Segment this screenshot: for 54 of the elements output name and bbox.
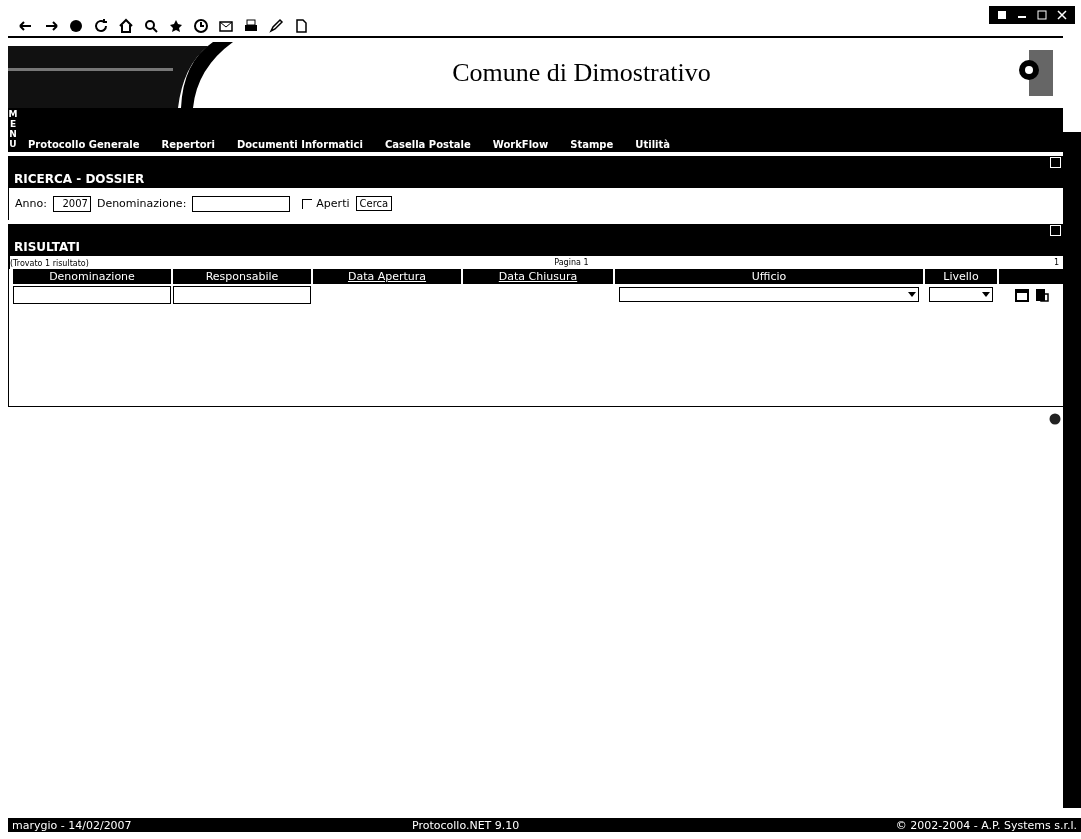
menu-item[interactable]: Stampe xyxy=(570,138,614,150)
page-count: 1 xyxy=(1053,257,1059,269)
print-icon[interactable] xyxy=(243,18,259,34)
collapse-button[interactable] xyxy=(1050,225,1061,237)
collapse-button[interactable] xyxy=(1050,157,1061,169)
checkbox-label: Aperti xyxy=(316,197,350,211)
maximize-icon[interactable] xyxy=(1037,10,1047,20)
menu-item[interactable]: Utilità xyxy=(635,138,670,150)
calendar-icon[interactable] xyxy=(1015,287,1029,302)
filter-field[interactable] xyxy=(13,285,171,304)
filter-dropdown[interactable] xyxy=(619,287,919,303)
column-header[interactable]: Responsabile xyxy=(173,268,311,284)
search-button[interactable]: Cerca xyxy=(355,196,393,212)
column-header[interactable]: Denominazione xyxy=(13,268,171,284)
user-date: marygio - 14/02/2007 xyxy=(12,818,133,832)
column-header[interactable]: Ufficio xyxy=(615,268,923,284)
column-header xyxy=(999,268,1063,284)
refresh-icon[interactable] xyxy=(93,18,109,34)
menu-label: MENU xyxy=(8,108,18,151)
menu-item[interactable]: Documenti Informatici xyxy=(236,138,363,150)
menu-item[interactable]: Repertori xyxy=(161,138,215,150)
document-icon[interactable] xyxy=(1035,287,1049,302)
mail-icon[interactable] xyxy=(218,18,234,34)
favorites-icon[interactable] xyxy=(168,18,184,34)
dropdown-caret-icon xyxy=(982,291,990,298)
menu-item[interactable]: Protocollo Generale xyxy=(28,138,140,150)
column-header[interactable]: Data Apertura xyxy=(313,268,461,284)
name-field[interactable] xyxy=(192,195,291,212)
stop-icon[interactable] xyxy=(68,18,84,34)
page-label: Pagina 1 xyxy=(553,257,590,269)
close-icon[interactable] xyxy=(1057,10,1067,20)
filter-dropdown[interactable] xyxy=(929,287,993,303)
app-icon xyxy=(997,10,1007,20)
result-count: (Trovato 1 risultato) xyxy=(10,257,89,269)
home-icon[interactable] xyxy=(118,18,134,34)
edit-icon[interactable] xyxy=(268,18,284,34)
document-icon[interactable] xyxy=(293,18,309,34)
column-header[interactable]: Data Chiusura xyxy=(463,268,613,284)
year-field[interactable]: 2007 xyxy=(52,195,91,212)
dropdown-caret-icon xyxy=(908,291,916,298)
app-title: Comune di Dimostrativo xyxy=(451,58,712,88)
filter-field[interactable] xyxy=(173,285,311,304)
column-header[interactable]: Livello xyxy=(925,268,997,284)
product-version: Protocollo.NET 9.10 xyxy=(412,818,521,832)
checkbox[interactable] xyxy=(302,198,313,209)
history-icon[interactable] xyxy=(193,18,209,34)
scroll-bar[interactable] xyxy=(1063,132,1081,808)
menu-item[interactable]: WorkFlow xyxy=(492,138,549,150)
search-icon[interactable] xyxy=(143,18,159,34)
help-icon[interactable] xyxy=(1049,412,1061,425)
field-label: Anno: xyxy=(15,197,47,211)
field-label: Denominazione: xyxy=(96,197,187,211)
menu-item[interactable]: Casella Postale xyxy=(384,138,471,150)
copyright: © 2002-2004 - A.P. Systems s.r.l. xyxy=(895,818,1077,832)
